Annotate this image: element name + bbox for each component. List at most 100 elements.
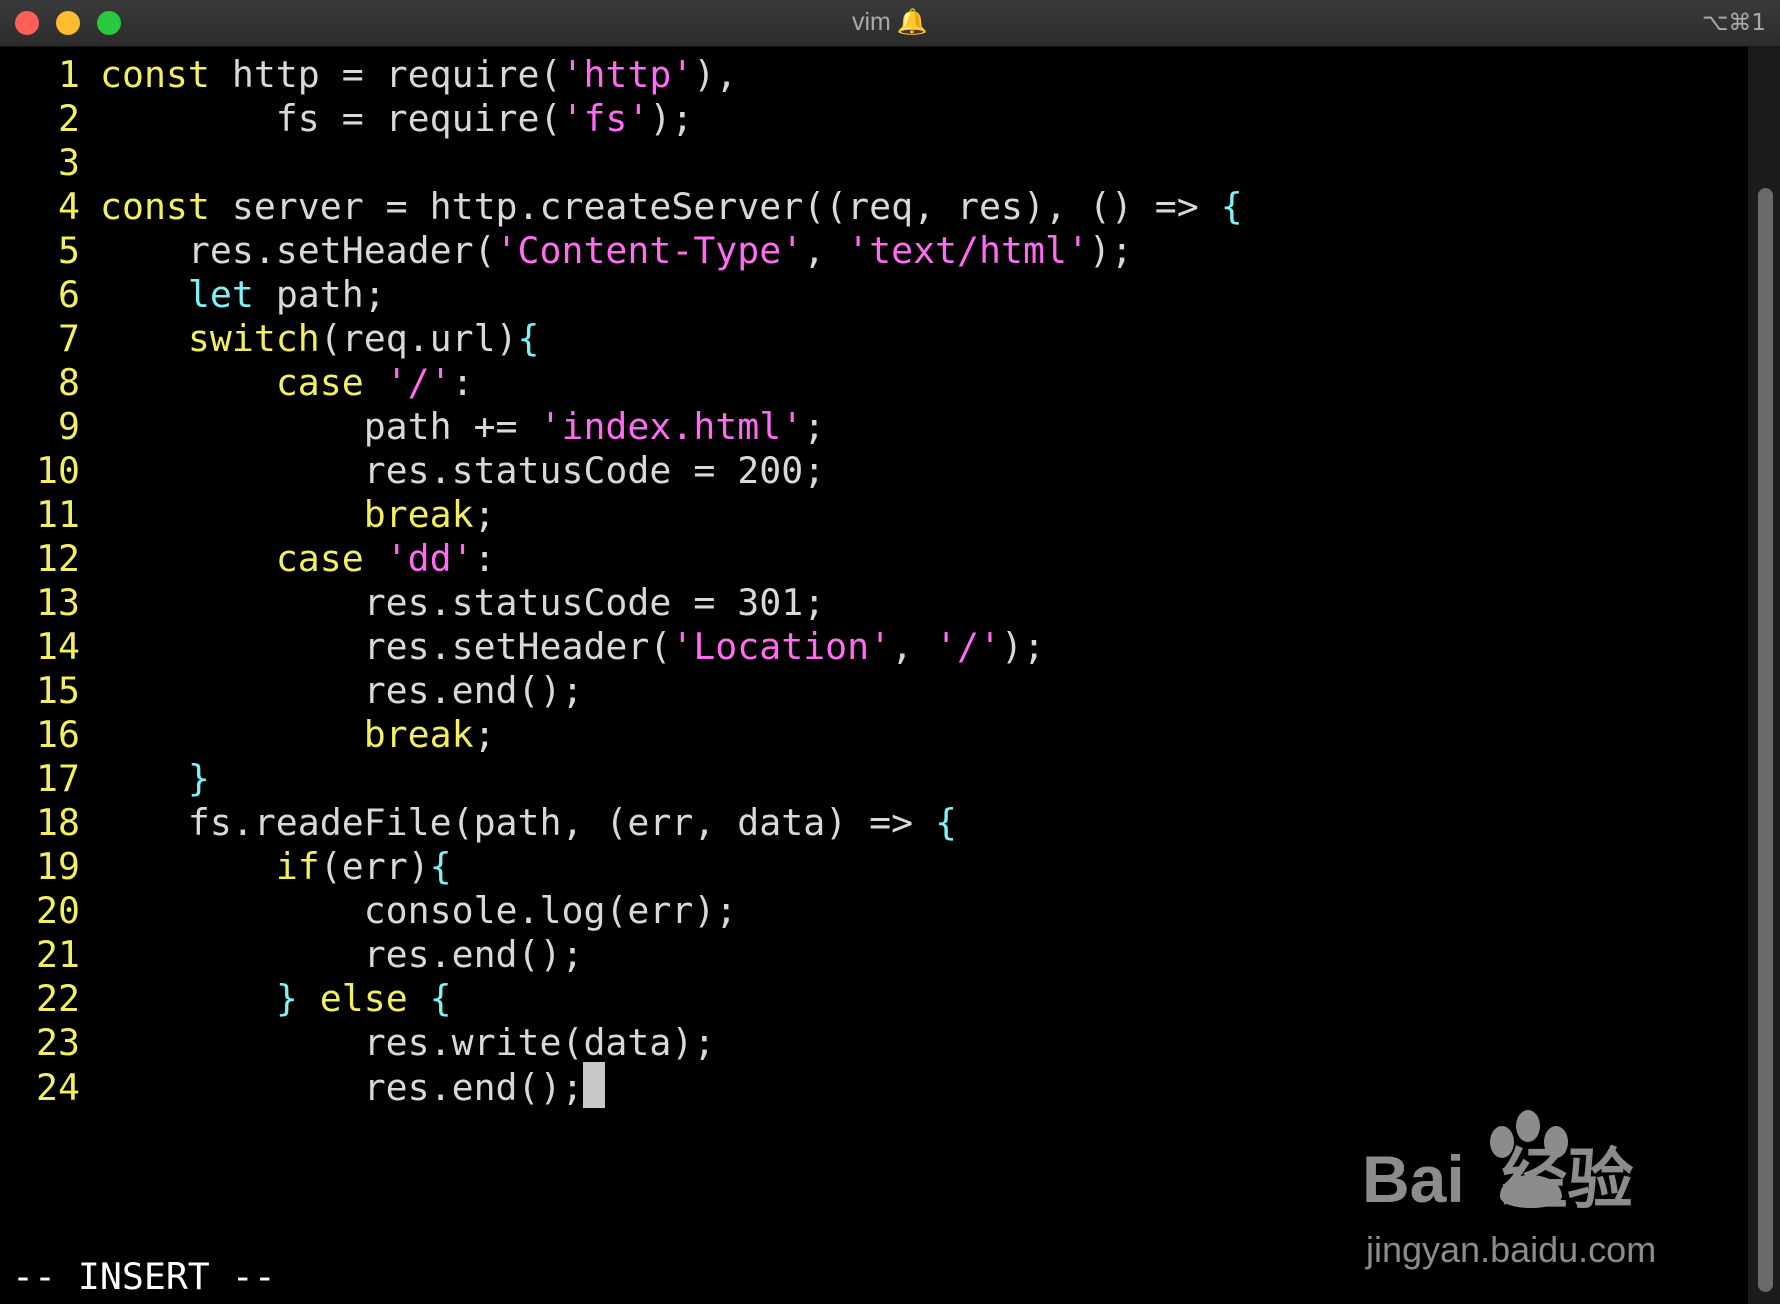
code-token: ); [649,97,694,140]
line-code: res.setHeader('Content-Type', 'text/html… [100,229,1133,272]
code-token: res.statusCode = 200; [100,449,826,492]
line-number: 14 [36,625,80,668]
code-line[interactable]: 6 let path; [0,270,386,320]
code-token: http = require( [209,53,562,96]
code-token: 'text/html' [847,229,1089,272]
mode-indicator: -- INSERT -- [12,1255,276,1298]
code-line[interactable]: 21 res.end(); [0,930,583,980]
line-number: 22 [36,977,80,1020]
code-token: case [275,537,364,580]
line-code: res.statusCode = 200; [100,449,825,492]
code-line[interactable]: 18 fs.readeFile(path, (err, data) => { [0,798,957,848]
code-token: 'Location' [671,625,892,668]
code-line[interactable]: 2 fs = require('fs'); [0,94,693,144]
code-line[interactable]: 3 [0,138,100,188]
tab-shortcut-label: ⌥⌘1 [1701,10,1766,36]
code-line[interactable]: 24 res.end(); [0,1062,606,1112]
code-token: } [187,757,210,800]
line-number: 6 [58,273,80,316]
code-line[interactable]: 15 res.end(); [0,666,583,716]
line-number: 17 [36,757,80,800]
code-token: const [100,53,210,96]
code-token: ); [1088,229,1133,272]
code-token: res.statusCode = 301; [100,581,826,624]
code-token: else [319,977,408,1020]
code-token: (req.url) [319,317,518,360]
baidu-jingyan-watermark: Bai 经验 jingyan.baidu.com [1362,1108,1692,1278]
line-code: let path; [100,273,386,316]
line-number: 13 [36,581,80,624]
code-token: 'dd' [385,537,474,580]
code-token: 'Content-Type' [495,229,804,272]
line-number: 19 [36,845,80,888]
code-line[interactable]: 22 } else { [0,974,452,1024]
code-line[interactable]: 8 case '/': [0,358,474,408]
scrollbar-thumb[interactable] [1758,188,1773,1292]
line-code: break; [100,713,496,756]
code-token: path += [100,405,540,448]
code-token: (err) [319,845,430,888]
line-code: fs = require('fs'); [100,97,694,140]
code-token: { [429,977,452,1020]
line-number: 5 [58,229,80,272]
line-code: } [100,757,210,800]
code-token: : [451,361,474,404]
code-token: ); [1001,625,1045,668]
code-token: '/' [385,361,452,404]
code-line[interactable]: 7 switch(req.url){ [0,314,540,364]
line-number: 18 [36,801,80,844]
code-token: ), [693,53,738,96]
code-token: { [517,317,540,360]
code-token: path; [253,273,386,316]
line-code: res.statusCode = 301; [100,581,825,624]
code-line[interactable]: 9 path += 'index.html'; [0,402,825,452]
code-line[interactable]: 17 } [0,754,210,804]
code-line[interactable]: 11 break; [0,490,496,540]
text-cursor [583,1062,606,1108]
code-token: res.setHeader( [100,229,496,272]
code-token: : [473,537,496,580]
code-token: ; [473,493,496,536]
code-token: break [363,493,474,536]
code-token: { [429,845,452,888]
code-token: 'http' [561,53,694,96]
vim-window: vim 🔔 ⌥⌘1 1 const http = require('http'), 2… [0,0,1780,1304]
line-code: case 'dd': [100,537,496,580]
line-number: 21 [36,933,80,976]
code-line[interactable]: 4 const server = http.createServer((req, … [0,182,1243,232]
code-token: , [891,625,936,668]
code-token: { [935,801,958,844]
line-code: if(err){ [100,845,452,888]
code-token: , [803,229,848,272]
line-number: 2 [58,97,80,140]
code-line[interactable]: 1 const http = require('http'), [0,50,737,100]
code-line[interactable]: 13 res.statusCode = 301; [0,578,825,628]
code-line[interactable]: 23 res.write(data); [0,1018,715,1068]
code-line[interactable]: 10 res.statusCode = 200; [0,446,825,496]
code-line[interactable]: 19 if(err){ [0,842,452,892]
line-number: 9 [58,405,80,448]
code-token: { [1220,185,1243,228]
line-number: 1 [58,53,80,96]
code-line[interactable]: 14 res.setHeader('Location', '/'); [0,622,1045,672]
code-line[interactable]: 20 console.log(err); [0,886,737,936]
line-code: fs.readeFile(path, (err, data) => { [100,801,957,844]
code-token: 'fs' [561,97,650,140]
line-code: res.end(); [100,933,584,976]
code-line[interactable]: 16 break; [0,710,496,760]
line-number: 7 [58,317,80,360]
line-code: const server = http.createServer((req, r… [100,185,1243,228]
line-code: console.log(err); [100,889,738,932]
window-title-text: vim [851,8,891,36]
code-line[interactable]: 5 res.setHeader('Content-Type', 'text/ht… [0,226,1133,276]
code-line[interactable]: 12 case 'dd': [0,534,496,584]
